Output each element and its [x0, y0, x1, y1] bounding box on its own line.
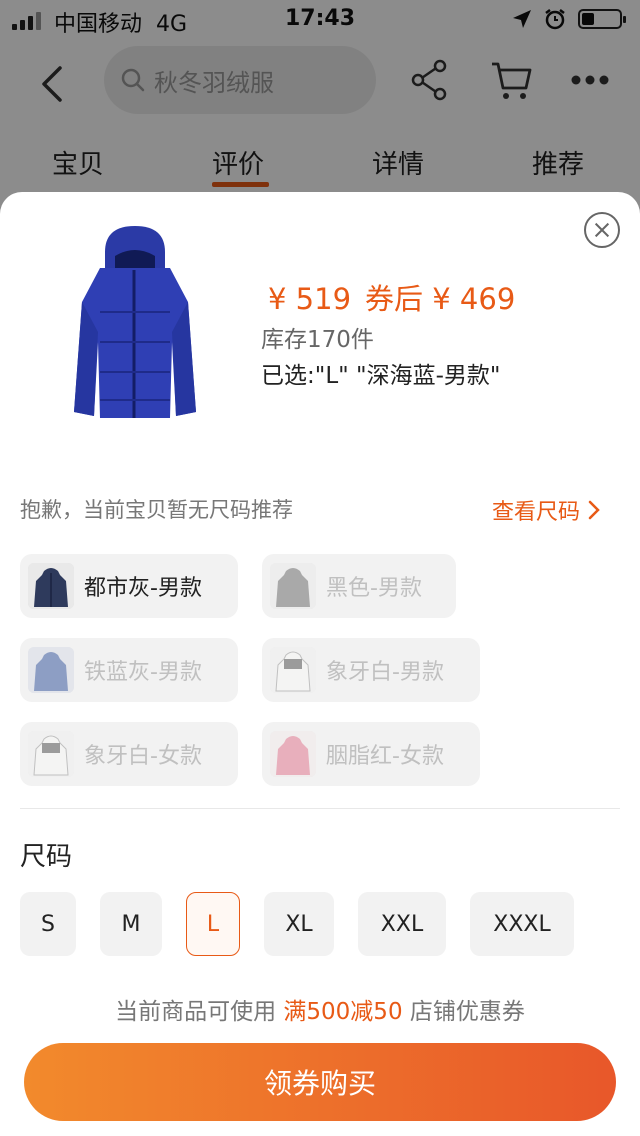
color-option-label: 胭脂红-女款 — [326, 744, 444, 769]
coupon-note: 当前商品可使用 满500减50 店铺优惠券 — [115, 999, 525, 1025]
size-chart-link[interactable]: 查看尺码 — [492, 494, 600, 526]
chevron-right-icon — [588, 500, 600, 520]
size-option-s[interactable]: S — [20, 892, 76, 956]
color-option-label: 黑色-男款 — [326, 576, 422, 601]
claim-coupon-buy-button[interactable]: 领券购买 — [24, 1043, 616, 1121]
product-image — [74, 226, 196, 418]
size-hint-text: 抱歉，当前宝贝暂无尺码推荐 — [20, 498, 293, 522]
color-thumbnail — [28, 563, 74, 609]
color-option[interactable]: 象牙白-女款 — [20, 722, 238, 786]
size-option-l-selected[interactable]: L — [186, 892, 240, 956]
color-thumbnail — [270, 647, 316, 693]
color-option-label: 铁蓝灰-男款 — [84, 660, 202, 685]
size-option-xxl[interactable]: XXL — [358, 892, 446, 956]
color-option[interactable]: 象牙白-男款 — [262, 638, 480, 702]
color-option[interactable]: 胭脂红-女款 — [262, 722, 480, 786]
color-option[interactable]: 铁蓝灰-男款 — [20, 638, 238, 702]
coupon-highlight: 满500减50 — [283, 999, 403, 1025]
color-thumbnail — [28, 731, 74, 777]
section-divider — [20, 808, 620, 809]
color-thumbnail — [270, 731, 316, 777]
size-option-xxxl[interactable]: XXXL — [470, 892, 574, 956]
color-option[interactable]: 都市灰-男款 — [20, 554, 238, 618]
size-chart-link-label: 查看尺码 — [492, 500, 581, 525]
color-option-label: 都市灰-男款 — [84, 576, 202, 601]
color-option-label: 象牙白-男款 — [326, 660, 444, 685]
selected-sku-label: 已选:"L" "深海蓝-男款" — [261, 363, 501, 389]
stock-label: 库存170件 — [261, 327, 374, 353]
size-option-m[interactable]: M — [100, 892, 162, 956]
close-icon[interactable] — [584, 212, 620, 248]
size-option-xl[interactable]: XL — [264, 892, 334, 956]
color-option-label: 象牙白-女款 — [84, 744, 202, 769]
color-thumbnail — [28, 647, 74, 693]
color-thumbnail — [270, 563, 316, 609]
color-option[interactable]: 黑色-男款 — [262, 554, 456, 618]
size-section-title: 尺码 — [20, 842, 73, 872]
price-label: ¥ 519 券后 ¥ 469 — [268, 282, 516, 316]
